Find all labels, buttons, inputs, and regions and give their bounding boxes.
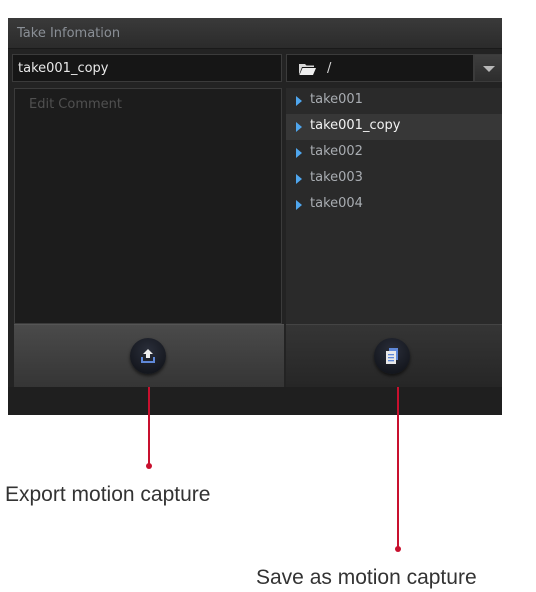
take-label: take002: [310, 144, 363, 159]
take-list-item[interactable]: take002: [286, 140, 502, 166]
expand-arrow-icon[interactable]: [296, 148, 302, 158]
expand-arrow-icon[interactable]: [296, 96, 302, 106]
panel-title: Take Infomation: [17, 26, 121, 41]
take-list: take001 take001_copy take002 take003 tak…: [286, 88, 502, 324]
take-list-item[interactable]: take001: [286, 88, 502, 114]
save-callout-dot: [395, 546, 401, 552]
document-stack-icon: [386, 348, 398, 364]
chevron-down-icon: [483, 66, 495, 72]
export-motion-capture-button[interactable]: [14, 324, 284, 387]
status-bar: [8, 387, 502, 415]
take-label: take003: [310, 170, 363, 185]
take-name-value: take001_copy: [18, 61, 109, 76]
take-name-input[interactable]: take001_copy: [12, 54, 282, 82]
path-selector[interactable]: /: [286, 54, 474, 82]
upload-tray-icon: [141, 349, 155, 363]
expand-arrow-icon[interactable]: [296, 174, 302, 184]
path-value: /: [327, 61, 332, 76]
take-list-item[interactable]: take004: [286, 192, 502, 218]
path-dropdown-button[interactable]: [474, 54, 502, 82]
take-label: take004: [310, 196, 363, 211]
export-callout-line: [148, 387, 150, 465]
take-label: take001: [310, 92, 363, 107]
expand-arrow-icon[interactable]: [296, 200, 302, 210]
save-callout-label: Save as motion capture: [256, 566, 477, 589]
take-list-item[interactable]: take003: [286, 166, 502, 192]
folder-icon: [299, 64, 316, 75]
expand-arrow-icon[interactable]: [296, 122, 302, 132]
panel-header: Take Infomation: [8, 18, 502, 49]
comment-textarea[interactable]: Edit Comment: [14, 88, 282, 324]
export-callout-dot: [146, 463, 152, 469]
save-as-motion-capture-button[interactable]: [286, 324, 502, 387]
comment-placeholder: Edit Comment: [29, 97, 122, 112]
take-information-panel: Take Infomation take001_copy / Edit Comm…: [8, 18, 502, 415]
take-label: take001_copy: [310, 118, 401, 133]
take-list-item-selected[interactable]: take001_copy: [286, 114, 502, 140]
export-callout-label: Export motion capture: [5, 483, 211, 506]
export-button-circle: [130, 338, 166, 374]
save-callout-line: [397, 387, 399, 548]
save-button-circle: [374, 338, 410, 374]
